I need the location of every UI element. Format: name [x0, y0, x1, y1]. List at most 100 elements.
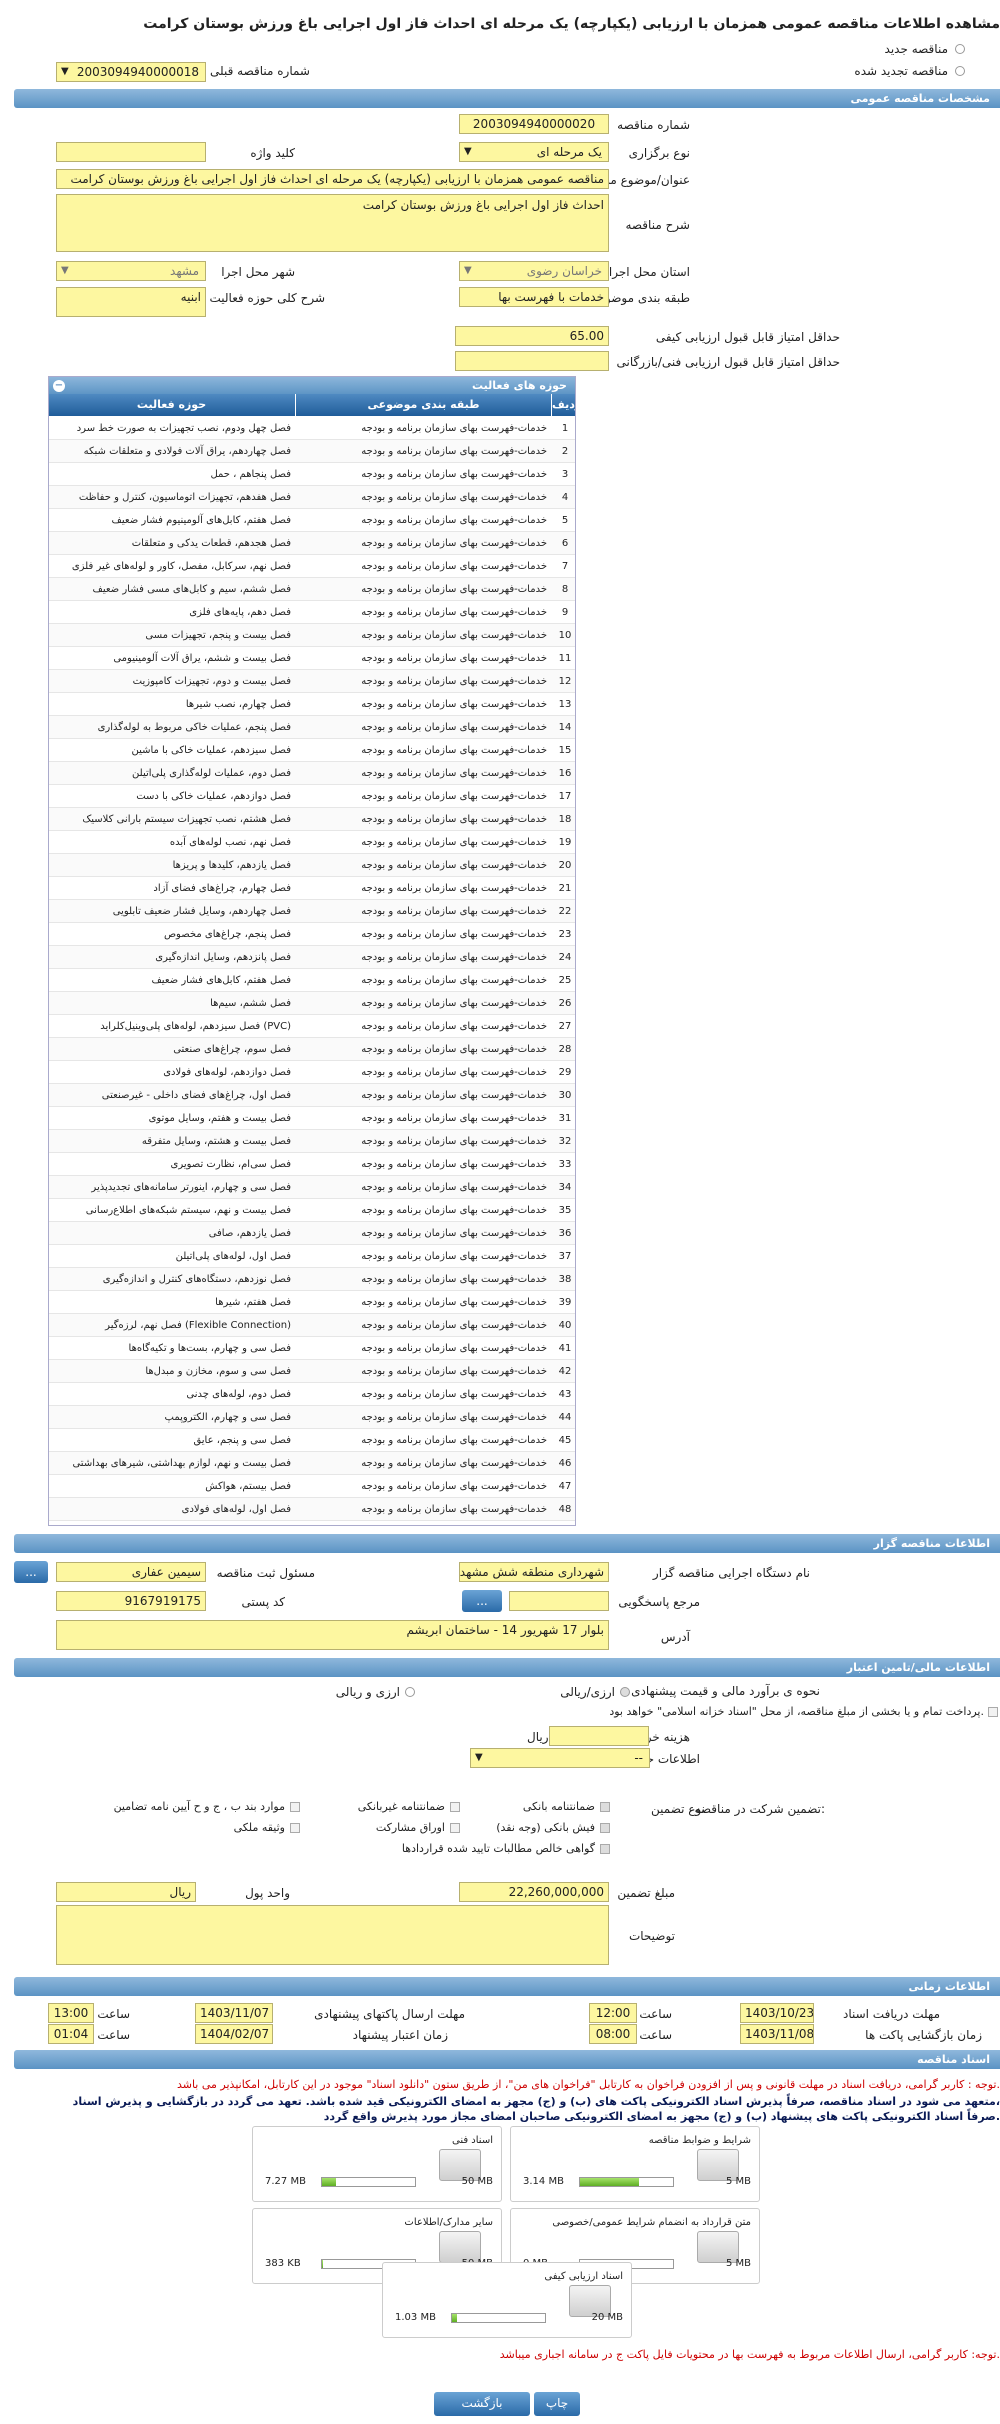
receive-time-field[interactable]: 12:00 [589, 2003, 637, 2023]
row-activity: فصل دوازدهم، عملیات خاکی با دست [136, 791, 291, 802]
guarantee-opt-6-label: گواهی خالص مطالبات تایید شده قراردادها [401, 1842, 595, 1855]
row-category: خدمات-فهرست بهای سازمان برنامه و بودجه [361, 883, 547, 894]
row-category: خدمات-فهرست بهای سازمان برنامه و بودجه [361, 952, 547, 963]
guarantee-opt-5-checkbox[interactable] [290, 1823, 300, 1833]
row-category: خدمات-فهرست بهای سازمان برنامه و بودجه [361, 1435, 547, 1446]
row-category: خدمات-فهرست بهای سازمان برنامه و بودجه [361, 1021, 547, 1032]
table-row: 6 خدمات-فهرست بهای سازمان برنامه و بودجه ف… [49, 532, 575, 555]
device-field[interactable]: شهرداری منطقه شش مشهد [459, 1562, 609, 1582]
col-header-no: ردیف [551, 394, 575, 416]
city-label: شهر محل اجرا [221, 265, 295, 279]
keyword-field[interactable] [56, 142, 206, 162]
row-activity: فصل سی و سوم، مخازن و مبدل‌ها [145, 1366, 291, 1377]
docs-note-2: متعهد می شود در اسناد مناقصه، صرفاً پذیر… [72, 2095, 1000, 2108]
responsible-field[interactable]: سیمین عفاری [56, 1562, 206, 1582]
chevron-down-icon: ▼ [61, 265, 69, 276]
guarantee-opt-3-checkbox[interactable] [600, 1823, 610, 1833]
row-activity: فصل پنجم، عملیات خاکی مربوط به لوله‌گذار… [97, 722, 291, 733]
postal-code-field[interactable]: 9167919175 [56, 1591, 206, 1611]
validity-time-label: ساعت [97, 2028, 130, 2042]
responsible-label: مسئول ثبت مناقصه [216, 1566, 315, 1580]
row-category: خدمات-فهرست بهای سازمان برنامه و بودجه [361, 745, 547, 756]
doc-file-used: 383 KB [265, 2258, 301, 2269]
doc-cost-field[interactable] [549, 1726, 649, 1746]
doc-file-card[interactable]: شرایط و ضوابط مناقصه 3.14 MB 5 MB [510, 2126, 760, 2202]
validity-date-field[interactable]: 1404/02/07 [195, 2024, 273, 2044]
validity-time-field[interactable]: 01:04 [48, 2024, 94, 2044]
treasury-checkbox[interactable] [988, 1707, 998, 1717]
activity-desc-field[interactable]: ابنیه [56, 287, 206, 317]
row-category: خدمات-فهرست بهای سازمان برنامه و بودجه [361, 768, 547, 779]
validity-label: زمان اعتبار پیشنهاد [352, 2028, 448, 2042]
doc-file-card[interactable]: اسناد ارزیابی کیفی 1.03 MB 20 MB [382, 2262, 632, 2338]
row-number: 36 [558, 1228, 572, 1239]
opening-time-field[interactable]: 08:00 [589, 2024, 637, 2044]
row-activity: فصل هفتم، کابل‌های فشار ضعیف [151, 975, 291, 986]
estimate-rial-radio[interactable] [620, 1687, 630, 1697]
prev-number-select[interactable]: ▼ 2003094940000018 [56, 62, 206, 82]
min-tech-field[interactable] [455, 351, 609, 371]
row-activity: فصل هجدهم، قطعات یدکی و متعلقات [131, 538, 291, 549]
row-number: 2 [561, 446, 569, 457]
doc-file-used: 1.03 MB [395, 2312, 436, 2323]
new-tender-radio[interactable] [955, 44, 965, 54]
row-category: خدمات-فهرست بهای سازمان برنامه و بودجه [361, 860, 547, 871]
currency-unit-field[interactable]: ریال [56, 1882, 196, 1902]
row-number: 19 [558, 837, 572, 848]
submit-date-field[interactable]: 1403/11/07 [195, 2003, 273, 2023]
row-activity: فصل هفدهم، تجهیزات اتوماسیون، کنترل و حف… [78, 492, 291, 503]
table-row: 44 خدمات-فهرست بهای سازمان برنامه و بودجه… [49, 1406, 575, 1429]
guarantee-amount-field[interactable]: 22,260,000,000 [459, 1882, 609, 1902]
guarantee-opt-1-checkbox[interactable] [450, 1802, 460, 1812]
responsible-lookup-button[interactable]: ... [14, 1561, 48, 1583]
guarantee-opt-2-checkbox[interactable] [290, 1802, 300, 1812]
reference-lookup-button[interactable]: ... [462, 1590, 502, 1612]
doc-file-title: سایر مدارک/اطلاعات [404, 2217, 493, 2228]
row-activity: فصل سی و چهارم، اینورتر سامانه‌های تجدید… [91, 1182, 291, 1193]
row-number: 48 [558, 1504, 572, 1515]
category-field[interactable]: خدمات با فهرست بها [459, 287, 609, 307]
doc-file-usage-bar [579, 2177, 674, 2187]
submit-time-field[interactable]: 13:00 [48, 2003, 94, 2023]
row-activity: فصل بیست و پنجم، تجهیزات مسی [145, 630, 291, 641]
subject-field[interactable]: مناقصه عمومی همزمان با ارزیابی (یکپارچه)… [56, 169, 609, 189]
row-category: خدمات-فهرست بهای سازمان برنامه و بودجه [361, 1251, 547, 1262]
print-button[interactable]: چاپ [534, 2392, 580, 2416]
row-activity: فصل سوم، چراغ‌های صنعتی [173, 1044, 291, 1055]
table-row: 11 خدمات-فهرست بهای سازمان برنامه و بودجه… [49, 647, 575, 670]
row-category: خدمات-فهرست بهای سازمان برنامه و بودجه [361, 1136, 547, 1147]
min-quality-field[interactable]: 65.00 [455, 326, 609, 346]
row-category: خدمات-فهرست بهای سازمان برنامه و بودجه [361, 446, 547, 457]
opening-date-field[interactable]: 1403/11/08 [740, 2024, 814, 2044]
guarantee-opt-0-checkbox[interactable] [600, 1802, 610, 1812]
hold-type-select[interactable]: ▼ یک مرحله ای [459, 142, 609, 162]
address-field[interactable]: بلوار 17 شهریور 14 - ساختمان ابریشم [56, 1620, 609, 1650]
row-activity: فصل بیستم، هواکش [205, 1481, 291, 1492]
notes-field[interactable] [56, 1905, 609, 1965]
back-button[interactable]: بازگشت [434, 2392, 530, 2416]
row-activity: فصل نوزدهم، دستگاه‌های کنترل و اندازه‌گی… [102, 1274, 291, 1285]
guarantee-opt-4-checkbox[interactable] [450, 1823, 460, 1833]
row-number: 39 [558, 1297, 572, 1308]
row-number: 23 [558, 929, 572, 940]
table-row: 3 خدمات-فهرست بهای سازمان برنامه و بودجه ف… [49, 463, 575, 486]
guarantee-opt-1-label: ضمانتنامه غیربانکی [357, 1800, 445, 1813]
city-select[interactable]: ▼ مشهد [56, 261, 206, 281]
row-activity: فصل پنجاهم ، حمل [210, 469, 291, 480]
reference-field[interactable] [509, 1591, 609, 1611]
row-category: خدمات-فهرست بهای سازمان برنامه و بودجه [361, 1228, 547, 1239]
doc-file-card[interactable]: اسناد فنی 7.27 MB 50 MB [252, 2126, 502, 2202]
province-select[interactable]: ▼ خراسان رضوی [459, 261, 609, 281]
collapse-icon[interactable]: − [53, 380, 65, 392]
renewed-tender-radio[interactable] [955, 66, 965, 76]
description-field[interactable]: احداث فاز اول اجرایی باغ ورزش بوستان کرا… [56, 194, 609, 252]
table-row: 26 خدمات-فهرست بهای سازمان برنامه و بودجه… [49, 992, 575, 1015]
row-activity: فصل اول، لوله‌های پلی‌اتیلن [175, 1251, 291, 1262]
tender-number-field[interactable]: 2003094940000020 [459, 114, 609, 134]
row-category: خدمات-فهرست بهای سازمان برنامه و بودجه [361, 814, 547, 825]
account-select[interactable]: ▼ -- [470, 1748, 650, 1768]
receive-date-field[interactable]: 1403/10/23 [740, 2003, 814, 2023]
doc-cost-unit: ریال [527, 1730, 549, 1744]
guarantee-opt-6-checkbox[interactable] [600, 1844, 610, 1854]
estimate-currency-radio[interactable] [405, 1687, 415, 1697]
